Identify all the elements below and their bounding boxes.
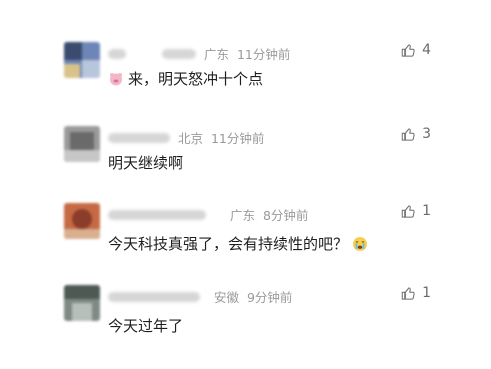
avatar-image <box>64 42 100 78</box>
avatar[interactable] <box>64 285 100 321</box>
username-blurred[interactable] <box>108 132 170 143</box>
timestamp: 8分钟前 <box>262 208 309 223</box>
comment-item: 安徽 9分钟前 1 今天过年了 <box>0 285 491 369</box>
comment-item: 北京 11分钟前 3 明天继续啊 <box>0 126 491 210</box>
like-button[interactable]: 1 <box>401 285 431 301</box>
avatar[interactable] <box>64 203 100 239</box>
like-button[interactable]: 4 <box>401 42 431 58</box>
thumbs-up-icon <box>401 43 415 57</box>
avatar-image <box>64 203 100 239</box>
comment-item: 广东 8分钟前 1 今天科技真强了，会有持续性的吧？ <box>0 203 491 287</box>
comment-text: 明天继续啊 <box>108 154 184 172</box>
comment-text-row: 明天继续啊 <box>108 152 183 173</box>
location: 北京 <box>177 131 203 146</box>
avatar-image <box>64 285 100 321</box>
avatar[interactable] <box>64 126 100 162</box>
comment-meta: 广东 8分钟前 <box>108 205 309 223</box>
comment-meta: 北京 11分钟前 <box>108 128 265 146</box>
comment-text-row: 来，明天怒冲十个点 <box>108 68 263 89</box>
like-count: 3 <box>422 126 431 142</box>
comment-meta: 安徽 9分钟前 <box>108 287 293 305</box>
username-blurred[interactable] <box>108 209 206 220</box>
comment-text-row: 今天过年了 <box>108 315 183 336</box>
location: 广东 <box>229 208 255 223</box>
location: 广东 <box>203 47 229 62</box>
username-blurred[interactable] <box>108 48 126 59</box>
pig-emoji-icon <box>110 72 122 85</box>
like-button[interactable]: 1 <box>401 203 431 219</box>
like-count: 1 <box>422 203 431 219</box>
comment-text-row: 今天科技真强了，会有持续性的吧？ <box>108 233 368 254</box>
like-count: 1 <box>422 285 431 301</box>
comment-item: 广东 11分钟前 4 来，明天怒冲十个点 <box>0 42 491 126</box>
timestamp: 9分钟前 <box>246 290 293 305</box>
crying-face-emoji-icon <box>353 236 368 251</box>
avatar-image <box>64 126 100 162</box>
like-count: 4 <box>422 42 431 58</box>
username-blurred[interactable] <box>161 48 196 59</box>
thumbs-up-icon <box>401 286 415 300</box>
timestamp: 11分钟前 <box>236 47 291 62</box>
username-blurred[interactable] <box>108 291 200 302</box>
thumbs-up-icon <box>401 127 415 141</box>
comment-text: 今天过年了 <box>108 317 184 335</box>
comment-text: 来，明天怒冲十个点 <box>128 70 264 88</box>
comment-meta: 广东 11分钟前 <box>108 44 291 62</box>
thumbs-up-icon <box>401 204 415 218</box>
avatar[interactable] <box>64 42 100 78</box>
comment-text: 今天科技真强了，会有持续性的吧？ <box>108 235 349 253</box>
like-button[interactable]: 3 <box>401 126 431 142</box>
location: 安徽 <box>213 290 239 305</box>
timestamp: 11分钟前 <box>210 131 265 146</box>
